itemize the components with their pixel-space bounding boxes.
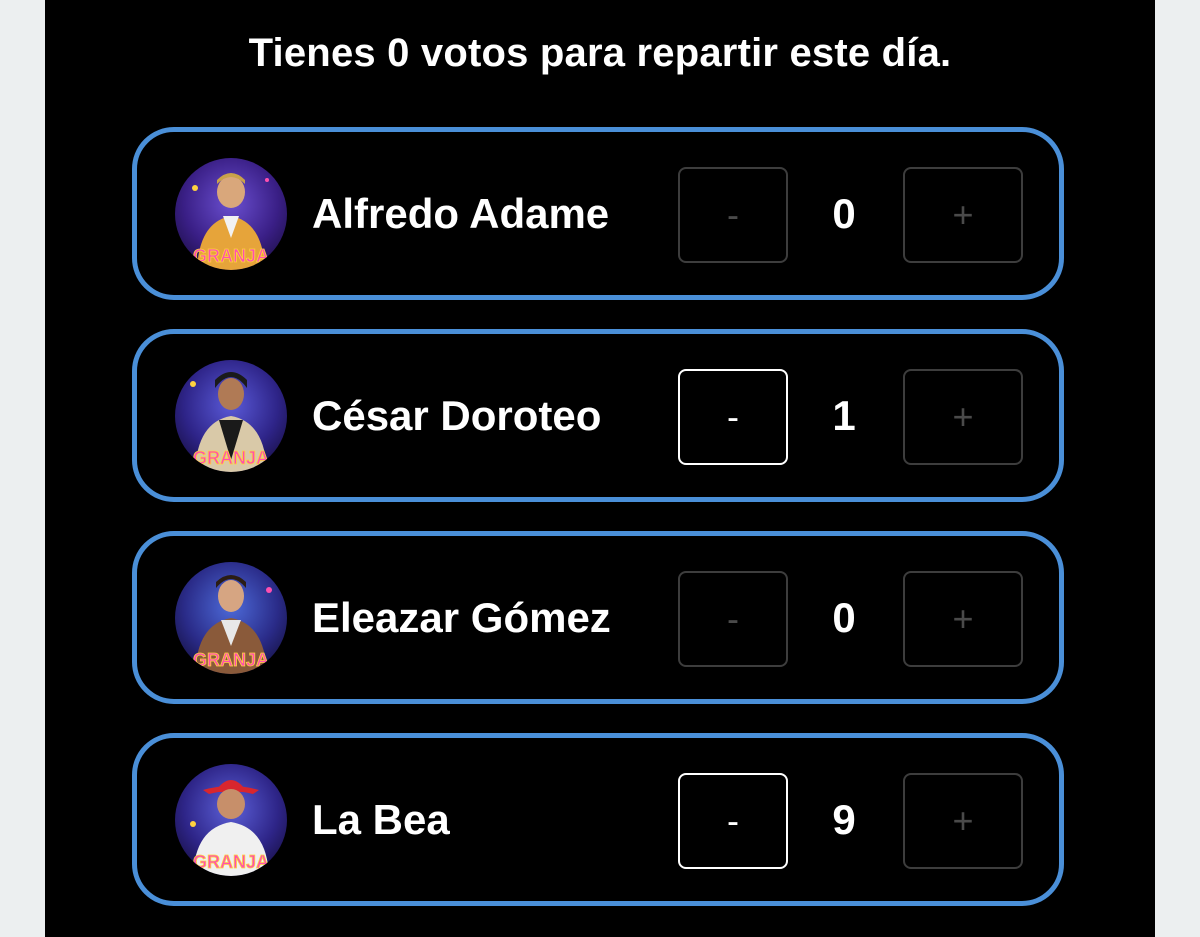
svg-text:GRANJA: GRANJA	[193, 852, 269, 872]
increase-vote-button[interactable]: +	[903, 773, 1023, 869]
votes-remaining-heading: Tienes 0 votos para repartir este día.	[248, 31, 952, 75]
contestant-avatar: GRANJA	[175, 360, 287, 472]
contestant-card: GRANJA Alfredo Adame - 0 +	[132, 127, 1064, 300]
contestant-avatar: GRANJA	[175, 562, 287, 674]
contestant-card: GRANJA César Doroteo - 1 +	[132, 329, 1064, 502]
svg-text:GRANJA: GRANJA	[193, 650, 269, 670]
decrease-vote-button[interactable]: -	[678, 167, 788, 263]
increase-vote-button[interactable]: +	[903, 571, 1023, 667]
increase-vote-button[interactable]: +	[903, 369, 1023, 465]
contestant-name: César Doroteo	[312, 392, 602, 439]
granja-logo-icon: GRANJA	[193, 246, 270, 267]
voting-panel: Tienes 0 votos para repartir este día. G…	[45, 0, 1155, 937]
vote-count: 0	[832, 594, 856, 641]
decrease-vote-button[interactable]: -	[678, 571, 788, 667]
svg-text:GRANJA: GRANJA	[193, 448, 269, 468]
vote-count: 0	[832, 190, 856, 237]
decrease-vote-button[interactable]: -	[678, 773, 788, 869]
granja-logo-icon: GRANJA	[193, 852, 270, 873]
vote-count: 1	[832, 392, 856, 439]
svg-text:GRANJA: GRANJA	[193, 246, 269, 266]
increase-vote-button[interactable]: +	[903, 167, 1023, 263]
granja-logo-icon: GRANJA	[193, 448, 270, 469]
contestant-name: Eleazar Gómez	[312, 594, 611, 641]
contestant-card: GRANJA La Bea - 9 +	[132, 733, 1064, 906]
contestant-avatar: GRANJA	[175, 764, 287, 876]
contestant-name: La Bea	[312, 796, 450, 843]
contestant-avatar: GRANJA	[175, 158, 287, 270]
granja-logo-icon: GRANJA	[193, 650, 270, 671]
vote-count: 9	[832, 796, 856, 843]
contestant-name: Alfredo Adame	[312, 190, 610, 237]
contestant-card: GRANJA Eleazar Gómez - 0 +	[132, 531, 1064, 704]
decrease-vote-button[interactable]: -	[678, 369, 788, 465]
